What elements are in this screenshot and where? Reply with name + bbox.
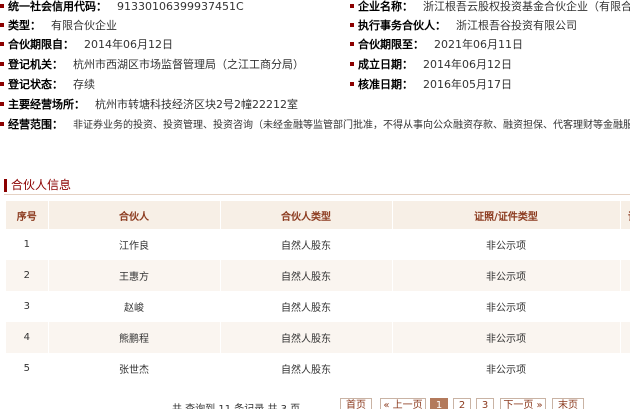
- info-value: 浙江根吾云股权投资基金合伙企业（有限合伙）: [423, 0, 630, 13]
- bullet-icon: [0, 82, 4, 86]
- cell-index: 2: [6, 260, 49, 291]
- info-executive-partner: 执行事务合伙人： 浙江根吾谷投资有限公司: [350, 19, 577, 33]
- bullet-icon: [350, 62, 354, 66]
- cell-partner-type: 自然人股东: [220, 260, 393, 291]
- next-page-button[interactable]: 下一页 »: [500, 398, 546, 409]
- bullet-icon: [350, 4, 354, 8]
- info-value: 有限合伙企业: [51, 19, 117, 32]
- last-page-button[interactable]: 末页: [552, 398, 584, 409]
- cell-partner-type: 自然人股东: [220, 229, 393, 260]
- first-page-button[interactable]: 首页: [340, 398, 372, 409]
- column-header-partner-type: 合伙人类型: [220, 201, 393, 229]
- column-header-id-number: 证: [620, 201, 630, 229]
- cell-partner-type: 自然人股东: [220, 291, 393, 322]
- info-label: 主要经营场所：: [8, 98, 85, 111]
- cell-id-number: [620, 291, 630, 322]
- info-label: 合伙期限至：: [358, 38, 424, 51]
- cell-index: 4: [6, 322, 49, 353]
- info-label: 企业名称：: [358, 0, 413, 13]
- table-row: 1 江作良 自然人股东 非公示项: [6, 229, 630, 260]
- info-value: 2016年05月17日: [423, 78, 512, 91]
- cell-index: 1: [6, 229, 49, 260]
- section-marker: [4, 179, 7, 192]
- info-value: 2014年06月12日: [423, 58, 512, 71]
- info-address: 主要经营场所： 杭州市转塘科技经济区块2号2幢22212室: [0, 98, 298, 112]
- info-label: 登记机关：: [8, 58, 63, 71]
- cell-id-type: 非公示项: [392, 291, 621, 322]
- bullet-icon: [0, 4, 4, 8]
- page-2-button[interactable]: 2: [453, 398, 471, 409]
- table-row: 5 张世杰 自然人股东 非公示项: [6, 353, 630, 384]
- table-row: 4 熊鹏程 自然人股东 非公示项: [6, 322, 630, 353]
- pagination-total: 共 查询到 11 条记录 共 3 页: [172, 400, 300, 409]
- column-header-index: 序号: [6, 201, 49, 229]
- cell-id-number: [620, 260, 630, 291]
- table-row: 2 王惠方 自然人股东 非公示项: [6, 260, 630, 291]
- bullet-icon: [0, 122, 4, 126]
- enterprise-info-panel: 统一社会信用代码： 91330106399937451C 企业名称： 浙江根吾云股权…: [0, 0, 630, 140]
- cell-index: 5: [6, 353, 49, 384]
- cell-partner-type: 自然人股东: [220, 322, 393, 353]
- info-value: 2014年06月12日: [84, 38, 173, 51]
- table-header-row: 序号 合伙人 合伙人类型 证照/证件类型 证: [6, 201, 630, 229]
- info-label: 核准日期：: [358, 78, 413, 91]
- cell-id-type: 非公示项: [392, 229, 621, 260]
- info-value: 非证券业务的投资、投资管理、投资咨询（未经金融等监管部门批准，不得从事向公众融资…: [73, 120, 630, 131]
- bullet-icon: [0, 102, 4, 106]
- info-term-start: 合伙期限自： 2014年06月12日: [0, 38, 173, 52]
- cell-id-number: [620, 322, 630, 353]
- partners-section-header: 合伙人信息: [4, 177, 630, 195]
- info-value: 杭州市西湖区市场监督管理局（之江工商分局）: [73, 58, 304, 71]
- cell-id-number: [620, 353, 630, 384]
- cell-partner: 赵峻: [48, 291, 221, 322]
- info-label: 执行事务合伙人：: [358, 19, 446, 32]
- info-established: 成立日期： 2014年06月12日: [350, 58, 512, 72]
- cell-id-number: [620, 229, 630, 260]
- info-label: 经营范围：: [8, 118, 63, 131]
- info-value: 杭州市转塘科技经济区块2号2幢22212室: [95, 98, 298, 111]
- info-enterprise-name: 企业名称： 浙江根吾云股权投资基金合伙企业（有限合伙）: [350, 0, 630, 14]
- cell-id-type: 非公示项: [392, 322, 621, 353]
- info-label: 成立日期：: [358, 58, 413, 71]
- info-type: 类型： 有限合伙企业: [0, 19, 117, 33]
- page-3-button[interactable]: 3: [476, 398, 494, 409]
- cell-partner: 张世杰: [48, 353, 221, 384]
- info-term-end: 合伙期限至： 2021年06月11日: [350, 38, 523, 52]
- partners-table: 序号 合伙人 合伙人类型 证照/证件类型 证 1 江作良 自然人股东 非公示项 …: [6, 201, 630, 384]
- bullet-icon: [0, 42, 4, 46]
- pagination: 共 查询到 11 条记录 共 3 页 首页 « 上一页 1 2 3 下一页 » …: [0, 396, 630, 409]
- info-scope: 经营范围： 非证券业务的投资、投资管理、投资咨询（未经金融等监管部门批准，不得从事…: [0, 118, 630, 132]
- cell-partner: 王惠方: [48, 260, 221, 291]
- cell-index: 3: [6, 291, 49, 322]
- prev-page-button[interactable]: « 上一页: [380, 398, 426, 409]
- info-value: 存续: [73, 78, 95, 91]
- column-header-id-type: 证照/证件类型: [392, 201, 621, 229]
- cell-partner: 江作良: [48, 229, 221, 260]
- bullet-icon: [0, 23, 4, 27]
- bullet-icon: [350, 82, 354, 86]
- info-authority: 登记机关： 杭州市西湖区市场监督管理局（之江工商分局）: [0, 58, 304, 72]
- table-row: 3 赵峻 自然人股东 非公示项: [6, 291, 630, 322]
- bullet-icon: [0, 62, 4, 66]
- info-value: 91330106399937451C: [117, 0, 244, 13]
- info-value: 浙江根吾谷投资有限公司: [456, 19, 577, 32]
- info-value: 2021年06月11日: [434, 38, 523, 51]
- cell-id-type: 非公示项: [392, 353, 621, 384]
- bullet-icon: [350, 42, 354, 46]
- cell-partner-type: 自然人股东: [220, 353, 393, 384]
- info-status: 登记状态： 存续: [0, 78, 95, 92]
- info-label: 统一社会信用代码：: [8, 0, 107, 13]
- column-header-partner: 合伙人: [48, 201, 221, 229]
- info-label: 类型：: [8, 19, 41, 32]
- page-1-button[interactable]: 1: [430, 398, 448, 409]
- info-credit-code: 统一社会信用代码： 91330106399937451C: [0, 0, 244, 14]
- cell-id-type: 非公示项: [392, 260, 621, 291]
- info-approved: 核准日期： 2016年05月17日: [350, 78, 512, 92]
- bullet-icon: [350, 23, 354, 27]
- partners-section-title: 合伙人信息: [11, 178, 72, 192]
- info-label: 登记状态：: [8, 78, 63, 91]
- cell-partner: 熊鹏程: [48, 322, 221, 353]
- info-label: 合伙期限自：: [8, 38, 74, 51]
